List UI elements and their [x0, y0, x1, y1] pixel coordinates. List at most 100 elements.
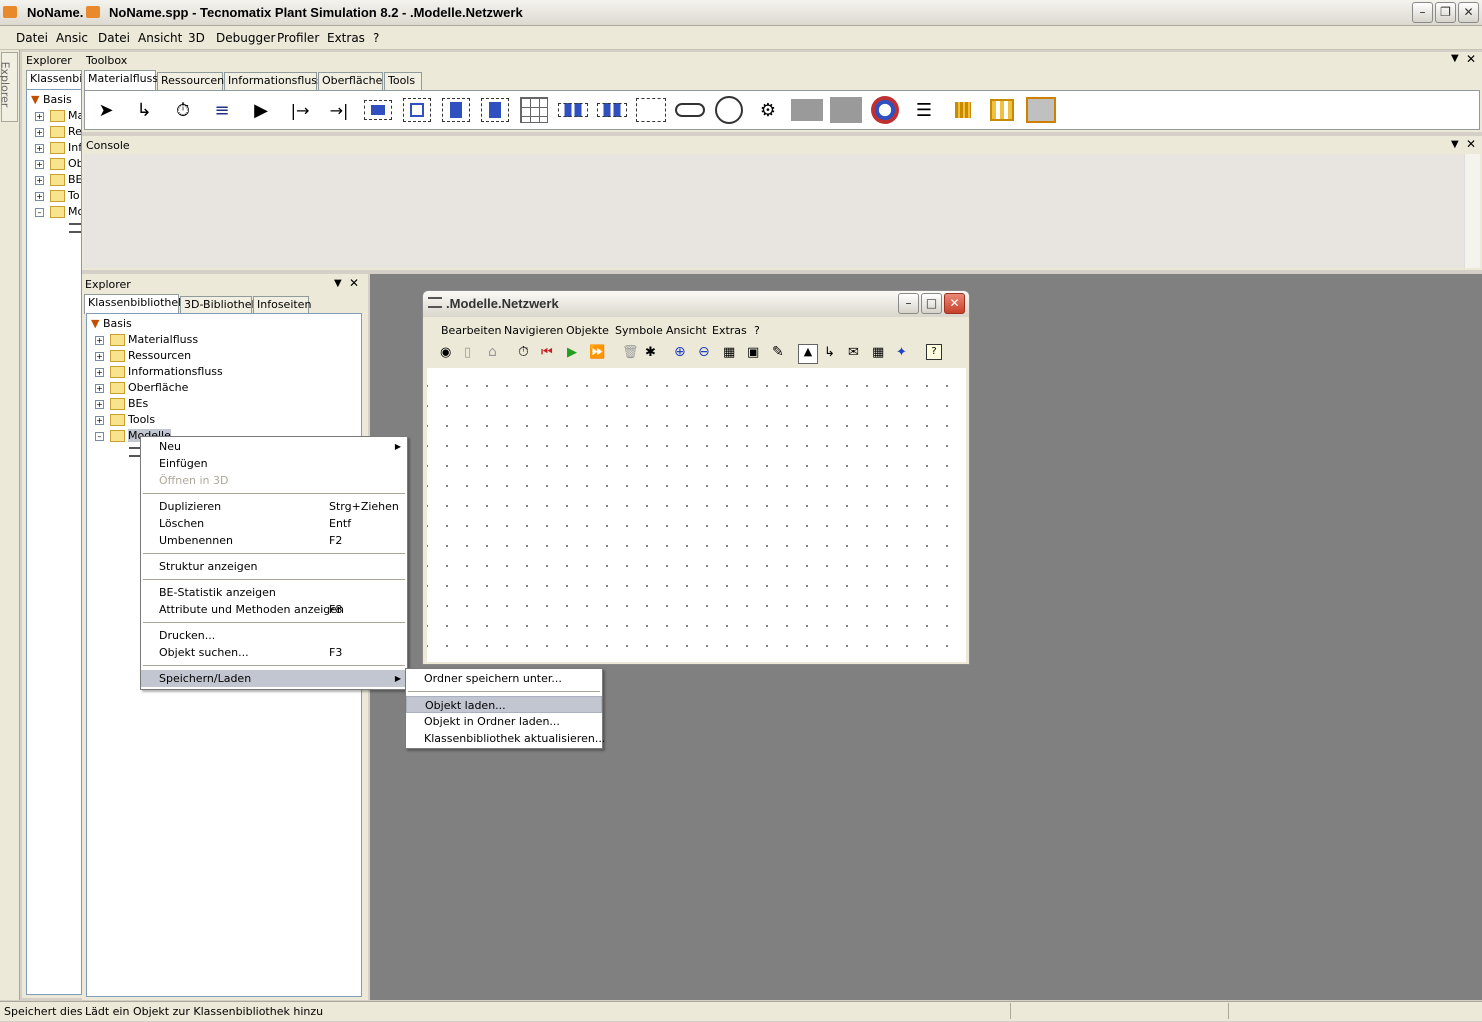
ctx-speichern-laden[interactable]: Speichern/Laden ▶: [141, 670, 407, 687]
picture-icon[interactable]: ▣: [747, 345, 759, 360]
network-canvas[interactable]: [427, 368, 966, 662]
tree-item-materialfluss[interactable]: + Materialfluss: [95, 332, 198, 348]
ctx-struktur-anzeigen[interactable]: Struktur anzeigen: [141, 558, 407, 575]
outer-tree-item[interactable]: – Mo: [35, 204, 81, 220]
outer-tree-item[interactable]: + Ma: [35, 108, 81, 124]
expand-icon[interactable]: +: [35, 191, 44, 201]
frame-icon[interactable]: ≡: [205, 93, 239, 127]
interface-icon[interactable]: |→: [283, 93, 317, 127]
ctx-drucken[interactable]: Drucken...: [141, 627, 407, 644]
assembly-icon[interactable]: [439, 93, 473, 127]
network-maximize-button[interactable]: □: [921, 293, 942, 314]
outer-tree-item[interactable]: + BE: [35, 172, 81, 188]
eventcontroller-icon[interactable]: ⏱: [518, 344, 529, 360]
tree-item-informationsfluss[interactable]: + Informationsfluss: [95, 364, 223, 380]
tab-materialfluss[interactable]: Materialfluss: [84, 70, 158, 90]
tab-informationsfluss[interactable]: Informationsfluss: [224, 72, 323, 90]
transporter-icon[interactable]: [868, 93, 902, 127]
expand-icon[interactable]: +: [95, 383, 104, 393]
expand-icon[interactable]: +: [95, 367, 104, 377]
expand-icon[interactable]: +: [95, 399, 104, 409]
collapse-icon[interactable]: –: [35, 207, 44, 217]
menu-debugger[interactable]: Debugger: [216, 31, 275, 45]
grid-icon[interactable]: ▦: [872, 345, 884, 360]
net-menu-ansicht[interactable]: Ansicht: [666, 324, 707, 337]
explorer-pin-icon[interactable]: ▼: [334, 278, 342, 289]
ctx-attribute-methoden[interactable]: Attribute und Methoden anzeigen F8: [141, 601, 407, 618]
close-button[interactable]: ✕: [1458, 2, 1479, 23]
outer-explorer-tab[interactable]: Klassenbibli: [26, 70, 82, 90]
menu-profiler[interactable]: Profiler: [277, 31, 319, 45]
expand-icon[interactable]: +: [95, 351, 104, 361]
tab-3d-bibliothek[interactable]: 3D-Bibliothek: [180, 296, 258, 314]
delete-icon[interactable]: 🗑: [622, 345, 639, 360]
connector-icon[interactable]: ↳: [824, 345, 835, 360]
console-scrollbar[interactable]: [1464, 154, 1480, 268]
tab-ressourcen[interactable]: Ressourcen: [157, 72, 224, 90]
comment-icon[interactable]: ✉: [848, 345, 859, 360]
zoom-fit-icon[interactable]: ▦: [723, 345, 735, 360]
tree-item-basis[interactable]: ▼ Basis: [91, 316, 132, 332]
container-icon[interactable]: [946, 93, 980, 127]
entity-icon[interactable]: [985, 93, 1019, 127]
start-icon[interactable]: ▶: [567, 345, 577, 360]
tree-structure-icon[interactable]: ☰: [907, 93, 941, 127]
eventcontroller-icon[interactable]: ⏱: [166, 93, 200, 127]
ctx-einfuegen[interactable]: Einfügen: [141, 455, 407, 472]
reset-icon[interactable]: ⏮: [541, 345, 553, 360]
help-icon[interactable]: ?: [926, 344, 942, 360]
pin-icon[interactable]: ▼: [1451, 53, 1459, 64]
ctx-loeschen[interactable]: Löschen Entf: [141, 515, 407, 532]
net-menu-objekte[interactable]: Objekte: [566, 324, 609, 337]
console-close-icon[interactable]: ✕: [1466, 137, 1476, 151]
menu-extras[interactable]: Extras: [327, 31, 365, 45]
expand-icon[interactable]: +: [95, 335, 104, 345]
menu-help[interactable]: ?: [373, 31, 379, 45]
pointer-tool-icon[interactable]: ➤: [89, 93, 123, 127]
ctx-umbenennen[interactable]: Umbenennen F2: [141, 532, 407, 549]
sub-objekt-laden[interactable]: Objekt laden...: [406, 696, 602, 713]
outer-tree-basis[interactable]: ▼ Basis: [31, 92, 72, 108]
tools-icon[interactable]: ✦: [896, 345, 907, 360]
restore-button[interactable]: ❐: [1435, 2, 1456, 23]
line-icon[interactable]: [673, 93, 707, 127]
net-menu-extras[interactable]: Extras: [712, 324, 747, 337]
net-menu-help[interactable]: ?: [754, 324, 760, 337]
tree-item-tools[interactable]: + Tools: [95, 412, 155, 428]
console-output[interactable]: [84, 154, 1464, 268]
tab-infoseiten[interactable]: Infoseiten: [253, 296, 311, 314]
tab-tools[interactable]: Tools: [384, 72, 422, 90]
outer-tree-item[interactable]: + Re: [35, 124, 81, 140]
store-icon[interactable]: [556, 93, 590, 127]
tab-oberflaeche[interactable]: Oberfläche: [318, 72, 383, 90]
minimize-button[interactable]: –: [1412, 2, 1433, 23]
close-icon[interactable]: ✕: [1466, 52, 1476, 66]
explorer-close-icon[interactable]: ✕: [349, 276, 359, 290]
network-minimize-button[interactable]: –: [898, 293, 919, 314]
network-close-button[interactable]: ✕: [944, 293, 965, 314]
outer-tree-item[interactable]: + Inf: [35, 140, 81, 156]
tree-item-bes[interactable]: + BEs: [95, 396, 148, 412]
placebuffer-icon[interactable]: [595, 93, 629, 127]
ctx-duplizieren[interactable]: Duplizieren Strg+Ziehen: [141, 498, 407, 515]
sub-ordner-speichern[interactable]: Ordner speichern unter...: [406, 670, 602, 687]
behind-menu-ansicht[interactable]: Ansic: [56, 31, 88, 45]
outer-tree-item[interactable]: + To: [35, 188, 80, 204]
menu-datei[interactable]: Datei: [98, 31, 130, 45]
expand-icon[interactable]: +: [95, 415, 104, 425]
outer-tree-item[interactable]: + Ob: [35, 156, 81, 172]
collapse-icon[interactable]: –: [95, 431, 104, 441]
sorter-icon[interactable]: [634, 93, 668, 127]
singleproc-icon[interactable]: [361, 93, 395, 127]
dismantle-icon[interactable]: [478, 93, 512, 127]
net-menu-bearbeiten[interactable]: Bearbeiten: [441, 324, 501, 337]
eraser-icon[interactable]: ▲: [798, 344, 818, 364]
pallet-icon[interactable]: [1024, 93, 1058, 127]
fast-forward-icon[interactable]: ⏩: [589, 345, 605, 360]
turntable-icon[interactable]: [712, 93, 746, 127]
menu-3d[interactable]: 3D: [188, 31, 205, 45]
broom-icon[interactable]: ✱: [645, 345, 656, 360]
open-folder-icon[interactable]: ▯: [464, 345, 471, 360]
binoculars-icon[interactable]: ◉: [440, 345, 451, 360]
buffer-grid-icon[interactable]: [517, 93, 551, 127]
